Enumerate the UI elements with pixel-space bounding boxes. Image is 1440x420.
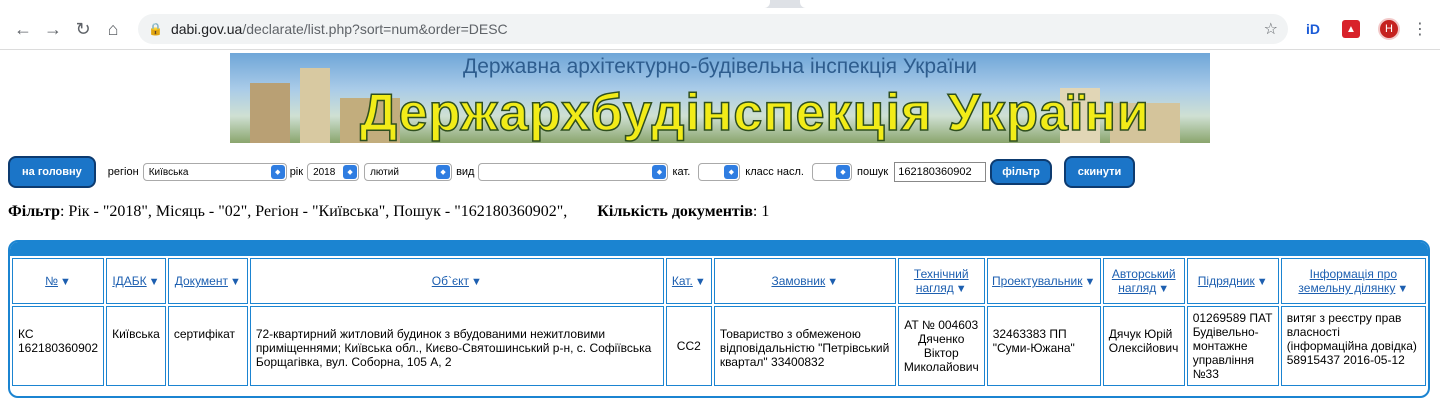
chevron-updown-icon: ◆: [270, 165, 285, 179]
class-label: класс насл.: [745, 166, 804, 178]
sort-down-icon[interactable]: ▼: [1397, 283, 1408, 295]
browser-tab[interactable]: [0, 0, 770, 8]
cell-tech-supervision: АТ № 004603 Дяченко Віктор Миколайович: [897, 306, 985, 386]
browser-tab[interactable]: [800, 0, 1440, 8]
sort-down-icon[interactable]: ▼: [60, 276, 71, 288]
type-label: вид: [456, 166, 475, 178]
browser-chrome: ← → ↻ ⌂ 🔒 dabi.gov.ua/declarate/list.php…: [0, 0, 1440, 50]
filter-summary: Фільтр: Рік - "2018", Місяць - "02", Рег…: [8, 203, 769, 221]
lock-icon: 🔒: [148, 22, 163, 36]
results-table-container: № ▼ ІДАБК ▼ Документ ▼ Об`єкт ▼ Кат. ▼ Замовн…: [8, 240, 1430, 398]
document-count-value: : 1: [752, 203, 770, 220]
cell-designer: 32463383 ПП "Суми-Южана": [986, 306, 1101, 386]
search-input[interactable]: 162180360902: [894, 162, 987, 182]
chevron-updown-icon: ◆: [724, 165, 739, 179]
search-input-value: 162180360902: [898, 166, 972, 178]
sort-down-icon[interactable]: ▼: [956, 283, 967, 295]
site-banner: Державна архітектурно-будівельна інспекц…: [230, 53, 1210, 143]
banner-subtitle: Державна архітектурно-будівельна інспекц…: [463, 55, 977, 78]
sort-down-icon[interactable]: ▼: [230, 276, 241, 288]
reload-icon[interactable]: ↻: [70, 16, 96, 42]
document-count-label: Кількість документів: [597, 203, 753, 220]
filter-toolbar: на головну регіон Київська ◆ рік 2018 ◆ …: [8, 156, 1136, 188]
chevron-updown-icon: ◆: [836, 165, 850, 179]
back-icon[interactable]: ←: [10, 16, 36, 42]
url-text[interactable]: dabi.gov.ua/declarate/list.php?sort=num&…: [171, 21, 1264, 37]
category-label: кат.: [672, 166, 691, 178]
column-header-category[interactable]: Кат. ▼: [665, 258, 712, 304]
category-select[interactable]: ◆: [698, 163, 741, 181]
cell-idabk: Київська: [106, 306, 166, 386]
column-header-tech-supervision[interactable]: Технічний нагляд ▼: [897, 258, 985, 304]
reset-button[interactable]: скинути: [1063, 156, 1136, 188]
column-header-designer[interactable]: Проектувальник ▼: [986, 258, 1101, 304]
forward-icon[interactable]: →: [40, 16, 66, 42]
region-select[interactable]: Київська ◆: [142, 163, 287, 181]
type-select[interactable]: ◆: [478, 163, 669, 181]
filter-summary-label: Фільтр: [8, 203, 60, 220]
sort-down-icon[interactable]: ▼: [471, 276, 482, 288]
extension-id-icon[interactable]: iD: [1300, 16, 1326, 42]
chevron-updown-icon: ◆: [652, 165, 667, 179]
cell-author-supervision: Дячук Юрій Олексійович: [1102, 306, 1185, 386]
cell-category: СС2: [665, 306, 712, 386]
sort-down-icon[interactable]: ▼: [695, 276, 706, 288]
sort-down-icon[interactable]: ▼: [1257, 276, 1268, 288]
search-label: пошук: [857, 166, 889, 178]
filter-summary-text: : Рік - "2018", Місяць - "02", Регіон - …: [59, 203, 568, 220]
profile-avatar[interactable]: H: [1378, 18, 1400, 40]
sort-down-icon[interactable]: ▼: [827, 276, 838, 288]
column-header-idabk[interactable]: ІДАБК ▼: [106, 258, 166, 304]
cell-customer: Товариство з обмеженою відповідальністю …: [713, 306, 896, 386]
browser-menu-icon[interactable]: ⋮: [1412, 19, 1428, 39]
filter-button[interactable]: фільтр: [990, 159, 1052, 185]
cell-document: сертифікат: [167, 306, 248, 386]
column-header-land-info[interactable]: Інформація про земельну ділянку ▼: [1280, 258, 1426, 304]
chevron-updown-icon: ◆: [436, 165, 451, 179]
year-select-value: 2018: [313, 166, 336, 178]
table-header-row: № ▼ ІДАБК ▼ Документ ▼ Об`єкт ▼ Кат. ▼ Замовн…: [12, 258, 1426, 304]
column-header-author-supervision[interactable]: Авторський нагляд ▼: [1102, 258, 1185, 304]
region-select-value: Київська: [148, 166, 189, 178]
table-row: КС 162180360902 Київська сертифікат 72-к…: [12, 306, 1426, 386]
extension-picture-icon[interactable]: ▲: [1342, 20, 1360, 38]
class-select[interactable]: ◆: [812, 163, 852, 181]
column-header-num[interactable]: № ▼: [12, 258, 105, 304]
banner-title: Держархбудінспекція України: [359, 83, 1150, 143]
column-header-object[interactable]: Об`єкт ▼: [249, 258, 664, 304]
month-select-value: лютий: [370, 166, 399, 178]
results-table: № ▼ ІДАБК ▼ Документ ▼ Об`єкт ▼ Кат. ▼ Замовн…: [10, 256, 1428, 388]
year-select[interactable]: 2018 ◆: [307, 163, 360, 181]
column-header-document[interactable]: Документ ▼: [167, 258, 248, 304]
cell-num: КС 162180360902: [12, 306, 105, 386]
sort-down-icon[interactable]: ▼: [149, 276, 160, 288]
chevron-updown-icon: ◆: [343, 165, 358, 179]
cell-contractor: 01269589 ПАТ Будівельно-монтажне управлі…: [1186, 306, 1279, 386]
cell-object: 72-квартирний житловий будинок з вбудова…: [249, 306, 664, 386]
column-header-customer[interactable]: Замовник ▼: [713, 258, 896, 304]
sort-down-icon[interactable]: ▼: [1084, 276, 1095, 288]
tab-strip: [0, 0, 1440, 8]
address-bar[interactable]: 🔒 dabi.gov.ua/declarate/list.php?sort=nu…: [138, 14, 1288, 44]
cell-land-info: витяг з реєстру прав власності (інформац…: [1280, 306, 1426, 386]
year-label: рік: [289, 166, 304, 178]
nav-bar: ← → ↻ ⌂ 🔒 dabi.gov.ua/declarate/list.php…: [0, 8, 1440, 50]
home-icon[interactable]: ⌂: [100, 16, 126, 42]
column-header-contractor[interactable]: Підрядник ▼: [1186, 258, 1279, 304]
bookmark-star-icon[interactable]: ☆: [1264, 19, 1278, 39]
home-button[interactable]: на головну: [8, 156, 96, 188]
region-label: регіон: [107, 166, 139, 178]
sort-down-icon[interactable]: ▼: [1158, 283, 1169, 295]
month-select[interactable]: лютий ◆: [364, 163, 453, 181]
